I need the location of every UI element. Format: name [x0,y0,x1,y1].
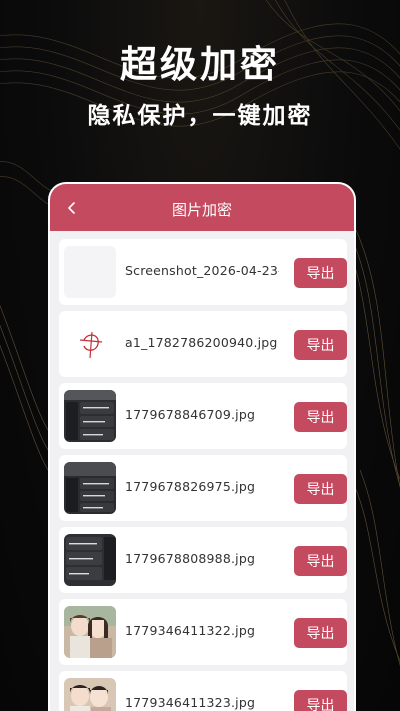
file-name: a1_1782786200940.jpg [125,335,278,350]
anime-couple-image [64,606,116,658]
file-thumbnail [64,534,116,586]
file-thumbnail [64,390,116,442]
file-name: 1779678808988.jpg [125,551,256,566]
file-row[interactable]: 1779678826975.jpg 导出 [59,455,347,521]
export-button[interactable]: 导出 [294,546,347,576]
file-thumbnail [64,246,116,298]
app-header: 图片加密 [50,184,354,231]
promo-screen: 超级加密 隐私保护，一键加密 图片加密 Screenshot_2026-04-2… [0,0,400,711]
file-thumbnail [64,318,116,370]
export-button[interactable]: 导出 [294,618,347,648]
export-button[interactable]: 导出 [294,690,347,711]
file-row[interactable]: a1_1782786200940.jpg 导出 [59,311,347,377]
file-thumbnail [64,606,116,658]
export-button[interactable]: 导出 [294,330,347,360]
keyboard-keys-image [64,462,116,514]
file-row[interactable]: 1779678808988.jpg 导出 [59,527,347,593]
file-name: 1779346411322.jpg [125,623,256,638]
export-button[interactable]: 导出 [294,402,347,432]
export-button[interactable]: 导出 [294,258,347,288]
keyboard-keys-image [64,534,116,586]
file-thumbnail [64,462,116,514]
file-name: 1779346411323.jpg [125,695,256,710]
red-sketch-image [64,318,116,370]
file-name: 1779678846709.jpg [125,407,256,422]
file-row[interactable]: 1779346411322.jpg 导出 [59,599,347,665]
file-name: Screenshot_2026-04-23- [125,263,279,278]
blank-screenshot-image [64,246,116,298]
page-title: 图片加密 [171,201,232,219]
file-thumbnail [64,678,116,711]
promo-subtitle: 隐私保护，一键加密 [87,103,313,129]
file-row[interactable]: Screenshot_2026-04-23- 导出 [59,239,347,305]
file-name: 1779678826975.jpg [125,479,256,494]
phone-mockup: 图片加密 Screenshot_2026-04-23- 导出 a1_178278… [48,182,356,711]
file-row[interactable]: 1779346411323.jpg 导出 [59,671,347,711]
export-button[interactable]: 导出 [294,474,347,504]
file-row[interactable]: 1779678846709.jpg 导出 [59,383,347,449]
keyboard-keys-image [64,390,116,442]
anime-couple-image [64,678,116,711]
promo-title: 超级加密 [120,43,280,86]
